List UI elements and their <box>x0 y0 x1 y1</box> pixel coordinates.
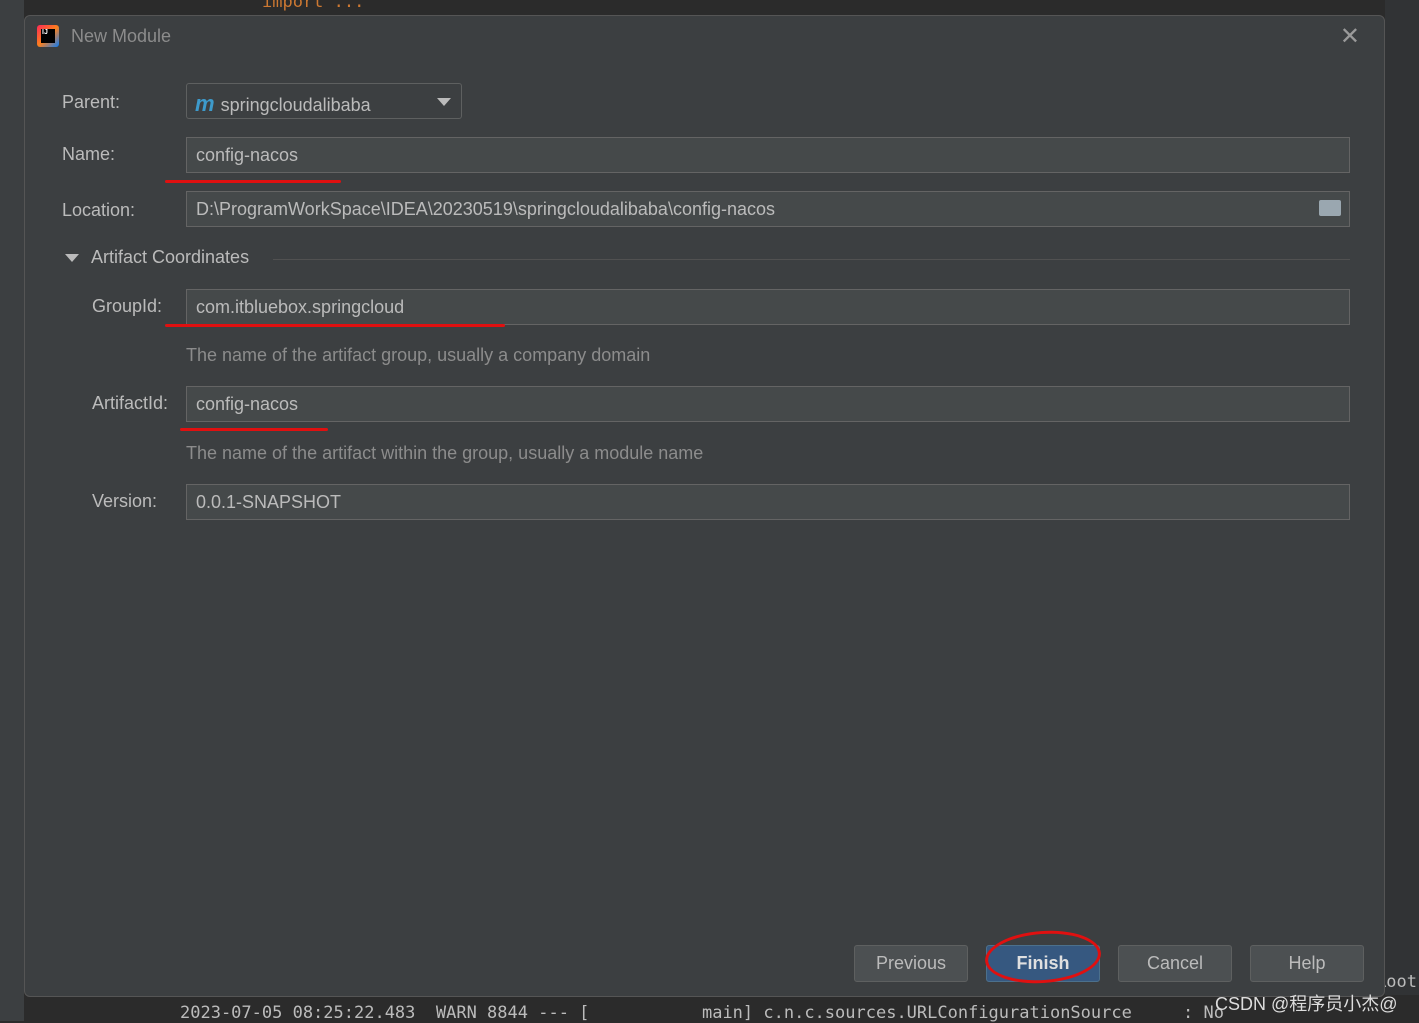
ide-right-panel <box>1385 0 1419 1021</box>
annotation-underline <box>165 324 505 327</box>
artifactid-label: ArtifactId: <box>92 393 169 413</box>
dialog-title: New Module <box>71 26 172 46</box>
annotation-underline <box>165 180 341 183</box>
help-button[interactable]: Help <box>1250 945 1364 982</box>
parent-value: springcloudalibaba <box>220 95 371 115</box>
groupid-hint: The name of the artifact group, usually … <box>186 345 651 365</box>
maven-module-icon: m <box>195 91 215 116</box>
previous-button[interactable]: Previous <box>854 945 968 982</box>
chevron-down-icon <box>437 98 451 106</box>
groupid-label: GroupId: <box>92 296 163 316</box>
name-label: Name: <box>62 144 116 164</box>
artifactid-input[interactable]: config-nacos <box>186 386 1350 422</box>
artifactid-hint: The name of the artifact within the grou… <box>186 443 704 463</box>
ide-left-panel <box>0 0 24 1021</box>
artifact-coordinates-toggle[interactable]: Artifact Coordinates <box>65 247 249 268</box>
annotation-underline <box>180 428 328 431</box>
parent-label: Parent: <box>62 92 121 112</box>
watermark: CSDN @程序员小杰@ <box>1215 994 1398 1014</box>
groupid-input[interactable]: com.itbluebox.springcloud <box>186 289 1350 325</box>
cancel-button[interactable]: Cancel <box>1118 945 1232 982</box>
location-label: Location: <box>62 200 136 220</box>
code-line: import ... <box>262 0 365 12</box>
version-label: Version: <box>92 491 158 511</box>
name-input[interactable]: config-nacos <box>186 137 1350 173</box>
intellij-logo-icon: IJ <box>37 25 59 47</box>
folder-icon[interactable] <box>1319 200 1341 216</box>
close-icon[interactable]: ✕ <box>1340 22 1360 51</box>
triangle-down-icon <box>65 254 79 263</box>
location-input[interactable]: D:\ProgramWorkSpace\IDEA\20230519\spring… <box>186 191 1350 227</box>
parent-dropdown[interactable]: m springcloudalibaba <box>186 83 462 119</box>
location-value: D:\ProgramWorkSpace\IDEA\20230519\spring… <box>196 199 775 219</box>
new-module-dialog: IJ New Module ✕ Parent: m springcloudalib… <box>24 15 1385 997</box>
version-input[interactable]: 0.0.1-SNAPSHOT <box>186 484 1350 520</box>
section-title: Artifact Coordinates <box>91 247 250 267</box>
divider <box>273 259 1350 260</box>
console-text: 2023-07-05 08:25:22.483 WARN 8844 --- [ … <box>180 1003 1224 1023</box>
